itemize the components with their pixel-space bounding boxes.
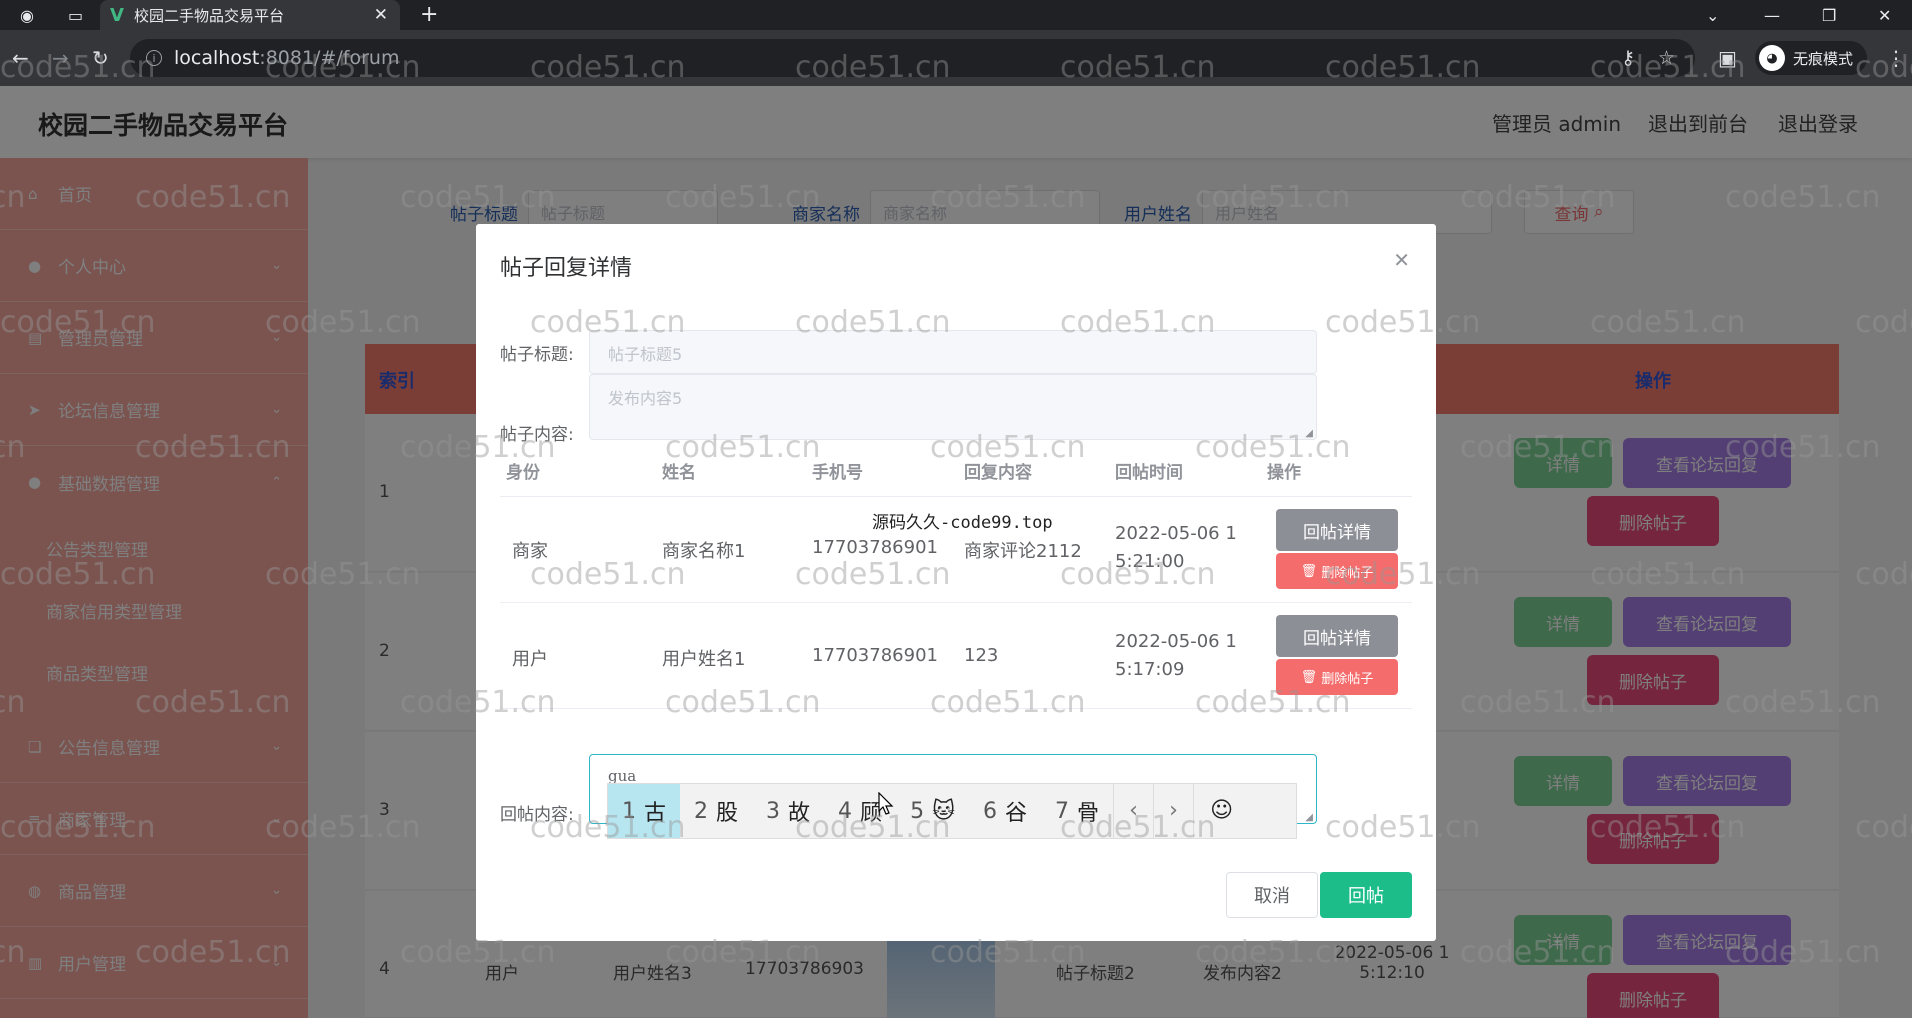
dialog-title: 帖子回复详情 xyxy=(500,256,633,281)
ime-candidate-char: 谷 xyxy=(1005,801,1028,826)
close-icon[interactable]: ✕ xyxy=(1393,248,1410,272)
reply-detail-label: 回帖详情 xyxy=(1303,628,1371,649)
ime-candidate-number: 7 xyxy=(1055,798,1070,824)
reply-time-line2: 5:21:00 xyxy=(1115,551,1185,572)
ime-candidate-char: 古 xyxy=(644,801,667,826)
reply-detail-button[interactable]: 回帖详情 xyxy=(1276,615,1398,657)
reply-content-label: 回帖内容: xyxy=(500,805,574,825)
address-bar-row: ← → ↻ i localhost:8081/#/forum ⚷ ☆ ▣ ◕ 无… xyxy=(0,30,1912,86)
post-content-label: 帖子内容: xyxy=(500,425,574,445)
chevron-down-icon[interactable]: ⌄ xyxy=(1706,6,1719,25)
cancel-button[interactable]: 取消 xyxy=(1226,872,1318,918)
post-content-value: 发布内容5 xyxy=(608,389,683,408)
ime-candidate[interactable]: 5 🐱 xyxy=(896,784,969,838)
reply-name: 商家名称1 xyxy=(662,541,746,562)
mouse-cursor-icon xyxy=(878,792,894,815)
ime-candidate-number: 3 xyxy=(766,798,781,824)
tab-strip-icon[interactable]: ▭ xyxy=(68,6,83,25)
menu-dots-icon[interactable]: ⋮ xyxy=(1886,47,1906,69)
submit-reply-button[interactable]: 回帖 xyxy=(1320,872,1412,918)
ime-prev-page-icon[interactable]: ‹ xyxy=(1113,784,1153,838)
incognito-label: 无痕模式 xyxy=(1793,49,1854,68)
info-icon[interactable]: i xyxy=(146,50,162,66)
incognito-icon: ◕ xyxy=(1759,45,1785,71)
star-icon[interactable]: ☆ xyxy=(1658,47,1675,69)
incognito-badge[interactable]: ◕ 无痕模式 xyxy=(1755,41,1868,75)
trash-icon: 🗑 xyxy=(1300,669,1318,685)
post-content-field: 发布内容5 ◢ xyxy=(589,374,1317,440)
col-content: 回复内容 xyxy=(964,463,1032,483)
table-bottom-border xyxy=(500,708,1412,709)
resize-handle-icon[interactable]: ◢ xyxy=(1305,812,1313,823)
ime-candidate-char: 故 xyxy=(788,801,811,826)
post-title-value: 帖子标题5 xyxy=(608,345,683,364)
forward-icon[interactable]: → xyxy=(52,47,69,69)
ime-candidate-char: 股 xyxy=(716,801,739,826)
url-path: :8081/#/forum xyxy=(259,47,400,69)
new-tab-icon[interactable]: + xyxy=(420,2,438,27)
col-time: 回帖时间 xyxy=(1115,463,1183,483)
submit-reply-label: 回帖 xyxy=(1348,886,1384,907)
window-close-icon[interactable]: ✕ xyxy=(1878,6,1891,25)
ime-candidate-number: 2 xyxy=(694,798,709,824)
browser-tab[interactable]: V 校园二手物品交易平台 ✕ xyxy=(100,0,400,30)
ime-candidate-number: 1 xyxy=(622,798,636,824)
reply-detail-label: 回帖详情 xyxy=(1303,522,1371,543)
trash-icon: 🗑 xyxy=(1300,563,1318,579)
reply-detail-button[interactable]: 回帖详情 xyxy=(1276,509,1398,551)
cancel-button-label: 取消 xyxy=(1254,886,1290,907)
reply-content: 123 xyxy=(964,645,999,666)
sidepanel-icon[interactable]: ▣ xyxy=(1718,47,1737,69)
reply-role: 用户 xyxy=(512,649,548,670)
reply-phone: 17703786901 xyxy=(812,537,938,558)
reply-content: 商家评论2112 xyxy=(964,541,1082,562)
ime-candidate[interactable]: 3故 xyxy=(752,784,824,838)
ime-candidate[interactable]: 2股 xyxy=(680,784,752,838)
back-icon[interactable]: ← xyxy=(12,47,29,69)
globe-icon[interactable]: ◉ xyxy=(20,6,34,25)
url-field[interactable]: i localhost:8081/#/forum ⚷ ☆ xyxy=(130,39,1695,77)
ime-candidate[interactable]: 1古 xyxy=(608,784,681,838)
reload-icon[interactable]: ↻ xyxy=(92,47,109,69)
reply-time-line1: 2022-05-06 1 xyxy=(1115,523,1237,544)
reply-phone: 17703786901 xyxy=(812,645,938,666)
ime-candidate-number: 5 xyxy=(910,798,925,824)
ime-next-page-icon[interactable]: › xyxy=(1153,784,1193,838)
ime-candidate[interactable]: 7骨 xyxy=(1041,784,1113,838)
minimize-icon[interactable]: — xyxy=(1764,6,1780,25)
browser-tab-bar: ◉ ▭ V 校园二手物品交易平台 ✕ + ⌄ — ❐ ✕ xyxy=(0,0,1912,30)
tab-title: 校园二手物品交易平台 xyxy=(133,6,284,25)
col-role: 身份 xyxy=(506,463,540,483)
key-icon[interactable]: ⚷ xyxy=(1621,47,1635,69)
ime-candidate-char: 🐱 xyxy=(932,798,955,824)
url-host: localhost xyxy=(174,47,260,69)
col-phone: 手机号 xyxy=(812,463,863,483)
ime-candidate[interactable]: 6谷 xyxy=(969,784,1041,838)
maximize-icon[interactable]: ❐ xyxy=(1822,6,1836,25)
reply-role: 商家 xyxy=(512,541,548,562)
delete-reply-label: 删除帖子 xyxy=(1321,671,1374,687)
delete-reply-button[interactable]: 🗑 删除帖子 xyxy=(1276,659,1398,695)
col-name: 姓名 xyxy=(662,463,696,483)
col-actions: 操作 xyxy=(1267,463,1301,483)
ime-candidate-number: 6 xyxy=(983,798,997,824)
source-watermark-text: 源码久久-code99.top xyxy=(872,513,1053,533)
reply-time-line2: 5:17:09 xyxy=(1115,659,1185,680)
ime-candidate-number: 4 xyxy=(838,798,853,824)
delete-reply-button[interactable]: 🗑 删除帖子 xyxy=(1276,553,1398,589)
delete-reply-label: 删除帖子 xyxy=(1321,565,1374,581)
ime-candidate-bar: 1古 2股 3故 4顾 5 🐱 6谷 7骨 ‹ › ☺ xyxy=(607,783,1297,839)
reply-name: 用户姓名1 xyxy=(662,649,746,670)
post-title-label: 帖子标题: xyxy=(500,345,574,365)
vue-logo-icon: V xyxy=(110,4,124,26)
reply-row: 用户 用户姓名1 17703786901 123 2022-05-06 1 5:… xyxy=(500,602,1412,708)
reply-time-line1: 2022-05-06 1 xyxy=(1115,631,1237,652)
resize-handle-icon[interactable]: ◢ xyxy=(1305,428,1313,439)
ime-emoji-icon[interactable]: ☺ xyxy=(1193,784,1249,838)
ime-candidate-char: 骨 xyxy=(1077,801,1100,826)
close-tab-icon[interactable]: ✕ xyxy=(374,5,388,25)
post-title-field: 帖子标题5 xyxy=(589,330,1317,374)
